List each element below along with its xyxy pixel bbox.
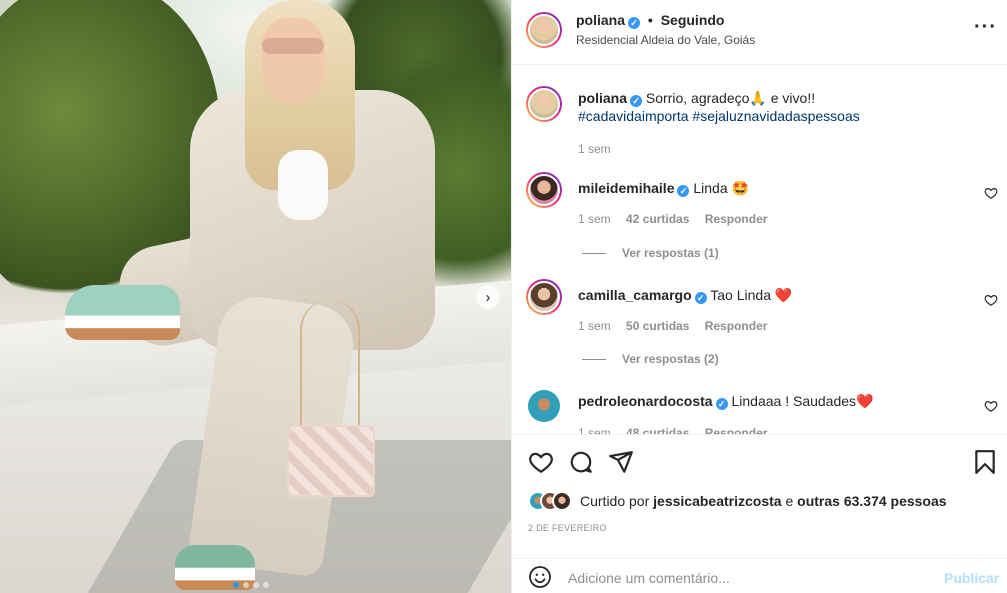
comment-input[interactable] [568,566,928,590]
like-comment-heart-icon[interactable] [984,293,998,307]
post-panel: poliana ✓ • Seguindo Residencial Aldeia d… [511,0,1007,593]
photo-bag [287,425,375,497]
add-comment-bar: Publicar [512,558,1007,593]
like-comment-heart-icon[interactable] [984,399,998,413]
post-header: poliana ✓ • Seguindo Residencial Aldeia d… [512,0,1007,65]
caption-username[interactable]: poliana [578,90,627,106]
photo-sneaker [65,285,180,340]
carousel-dot [263,582,269,588]
reply-button[interactable]: Responder [705,426,768,434]
caption-meta: 1 sem [578,142,623,156]
photo-top [278,150,328,220]
caption-text: poliana ✓ Sorrio, agradeço🙏 e vivo!! #cad… [578,89,978,125]
reply-button[interactable]: Responder [705,319,768,333]
comment-text: pedroleonardocosta ✓ Lindaaa ! Saudades❤️ [578,392,978,410]
publish-button[interactable]: Publicar [944,570,999,586]
author-line: poliana ✓ • Seguindo [576,12,724,29]
photo-sunglasses [262,38,324,54]
hashtag-link[interactable]: #sejaluznavidadaspessoas [692,108,859,124]
comment-likes[interactable]: 48 curtidas [626,426,689,434]
view-replies-label: Ver respostas (2) [622,352,719,366]
caption-emoji: 🙏 [749,90,767,106]
comment-meta: 1 sem 48 curtidas Responder [578,426,779,434]
photo-face [262,18,324,104]
comment-body: Lindaaa ! Saudades❤️ [731,393,874,409]
comment-meta: 1 sem 42 curtidas Responder [578,212,779,226]
carousel-dot [253,582,259,588]
post-location[interactable]: Residencial Aldeia do Vale, Goiás [576,33,755,47]
post-actions: Curtido por jessicabeatrizcosta e outras… [512,434,1007,593]
author-avatar[interactable] [526,12,562,48]
emoji-icon[interactable] [528,565,552,589]
verified-icon: ✓ [677,185,690,197]
share-icon[interactable] [608,449,634,475]
comment-username[interactable]: pedroleonardocosta [578,393,713,409]
replies-divider [582,358,606,360]
more-icon[interactable]: ··· [974,16,997,39]
comment-username[interactable]: mileidemihaile [578,180,674,196]
author-username[interactable]: poliana [576,12,625,28]
view-replies-label: Ver respostas (1) [622,246,719,260]
comment-age[interactable]: 1 sem [578,426,611,434]
comment-age[interactable]: 1 sem [578,319,611,333]
comment-age[interactable]: 1 sem [578,212,611,226]
liker-username[interactable]: jessicabeatrizcosta [653,493,781,509]
likes-others[interactable]: outras 63.374 pessoas [797,493,946,509]
comment-likes[interactable]: 50 curtidas [626,319,689,333]
likes-text: Curtido por jessicabeatrizcosta e outras… [580,493,947,509]
caption-body: Sorrio, agradeço [645,90,750,106]
comment-likes[interactable]: 42 curtidas [626,212,689,226]
like-comment-heart-icon[interactable] [984,186,998,200]
comment-meta: 1 sem 50 curtidas Responder [578,319,779,333]
photo-bag-strap [300,300,360,430]
comment-body: Linda 🤩 [693,180,749,196]
comments-list[interactable]: poliana ✓ Sorrio, agradeço🙏 e vivo!! #cad… [512,66,1007,434]
verified-icon: ✓ [630,95,643,107]
carousel-next-button[interactable]: › [476,285,500,309]
reply-button[interactable]: Responder [705,212,768,226]
bookmark-icon[interactable] [972,449,998,475]
following-button[interactable]: Seguindo [661,12,725,28]
heart-icon[interactable] [528,449,554,475]
comment-body: Tao Linda ❤️ [710,287,793,303]
comment-text: camilla_camargo ✓ Tao Linda ❤️ [578,286,978,304]
caption-tail: e vivo!! [770,90,816,106]
comment-avatar[interactable] [526,172,562,208]
likes-connector: e [785,493,794,509]
comment-text: mileidemihaile ✓ Linda 🤩 [578,179,978,197]
caption-age[interactable]: 1 sem [578,142,611,156]
verified-icon: ✓ [715,398,728,410]
carousel-dot-active [233,582,239,588]
liker-avatar [552,491,572,511]
view-replies-button[interactable]: Ver respostas (2) [582,352,719,366]
comment-username[interactable]: camilla_camargo [578,287,692,303]
comment-icon[interactable] [568,449,594,475]
comment-avatar[interactable] [526,279,562,315]
likes-prefix: Curtido por [580,493,650,509]
hashtag-link[interactable]: #cadavidaimporta [578,108,689,124]
caption-avatar[interactable] [526,86,562,122]
verified-icon: ✓ [628,17,641,29]
post-photo[interactable]: › [0,0,511,593]
carousel-dot [243,582,249,588]
verified-icon: ✓ [694,292,707,304]
carousel-dots [233,582,269,588]
separator-dot: • [647,12,653,28]
replies-divider [582,252,606,254]
comment-avatar[interactable] [528,390,560,422]
view-replies-button[interactable]: Ver respostas (1) [582,246,719,260]
post-date[interactable]: 2 DE FEVEREIRO [528,523,607,533]
likes-summary: Curtido por jessicabeatrizcosta e outras… [528,491,947,511]
chevron-right-icon: › [485,288,491,306]
